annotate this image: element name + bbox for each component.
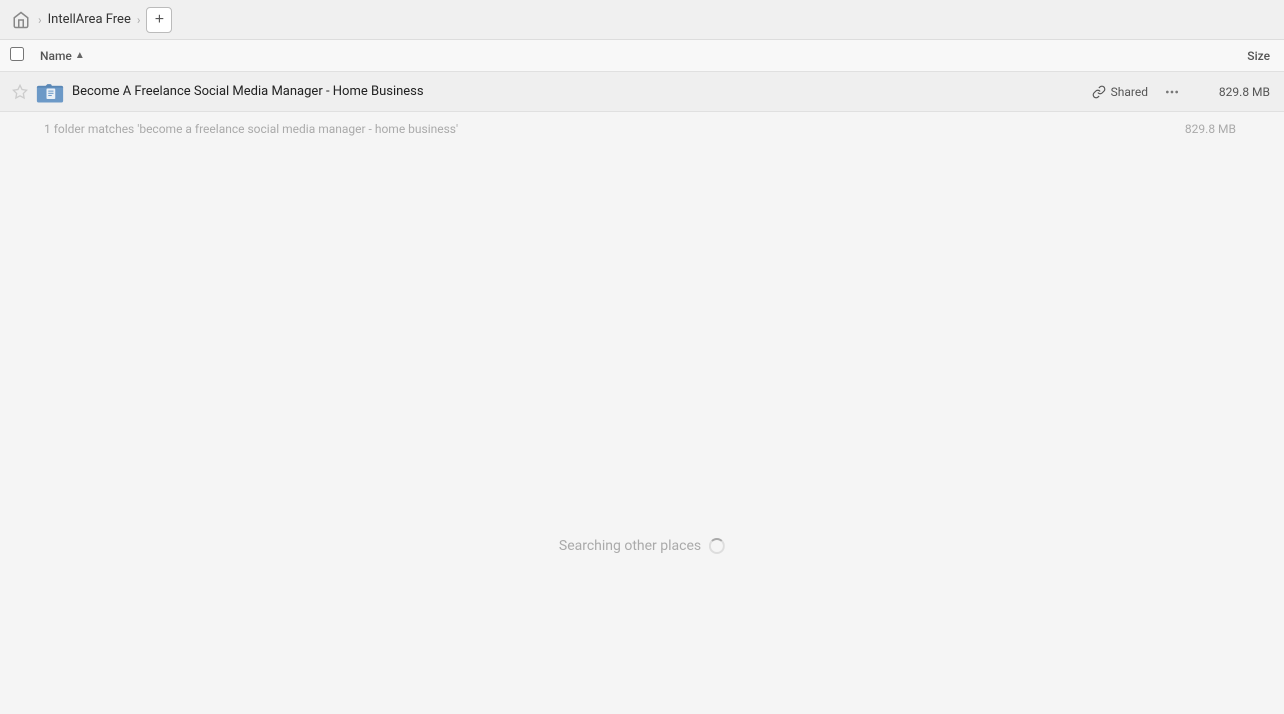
file-size: 829.8 MB — [1194, 85, 1274, 99]
folder-icon — [34, 76, 66, 108]
breadcrumb-chevron: › — [38, 13, 42, 27]
select-all-checkbox[interactable] — [10, 46, 34, 65]
searching-label: Searching other places — [559, 538, 701, 554]
star-icon[interactable] — [10, 84, 30, 100]
match-size: 829.8 MB — [1185, 122, 1240, 136]
file-name: Become A Freelance Social Media Manager … — [72, 84, 1092, 99]
breadcrumb-bar: › IntellArea Free › + — [0, 0, 1284, 40]
shared-label: Shared — [1111, 85, 1148, 99]
searching-status: Searching other places — [559, 538, 725, 554]
home-icon[interactable] — [10, 9, 32, 31]
add-button[interactable]: + — [146, 7, 172, 33]
match-info: 1 folder matches 'become a freelance soc… — [0, 112, 1284, 146]
shared-badge[interactable]: Shared — [1092, 85, 1148, 99]
more-options-button[interactable] — [1160, 80, 1184, 104]
breadcrumb-intellarea[interactable]: IntellArea Free — [48, 12, 131, 27]
file-row[interactable]: Become A Freelance Social Media Manager … — [0, 72, 1284, 112]
breadcrumb-chevron-2: › — [137, 13, 141, 27]
column-header: Name ▲ Size — [0, 40, 1284, 72]
name-column-header[interactable]: Name ▲ — [40, 49, 1194, 63]
sort-arrow-icon: ▲ — [75, 50, 85, 61]
match-text: 1 folder matches 'become a freelance soc… — [44, 122, 458, 136]
loading-spinner — [709, 538, 725, 554]
size-column-header: Size — [1194, 49, 1274, 63]
